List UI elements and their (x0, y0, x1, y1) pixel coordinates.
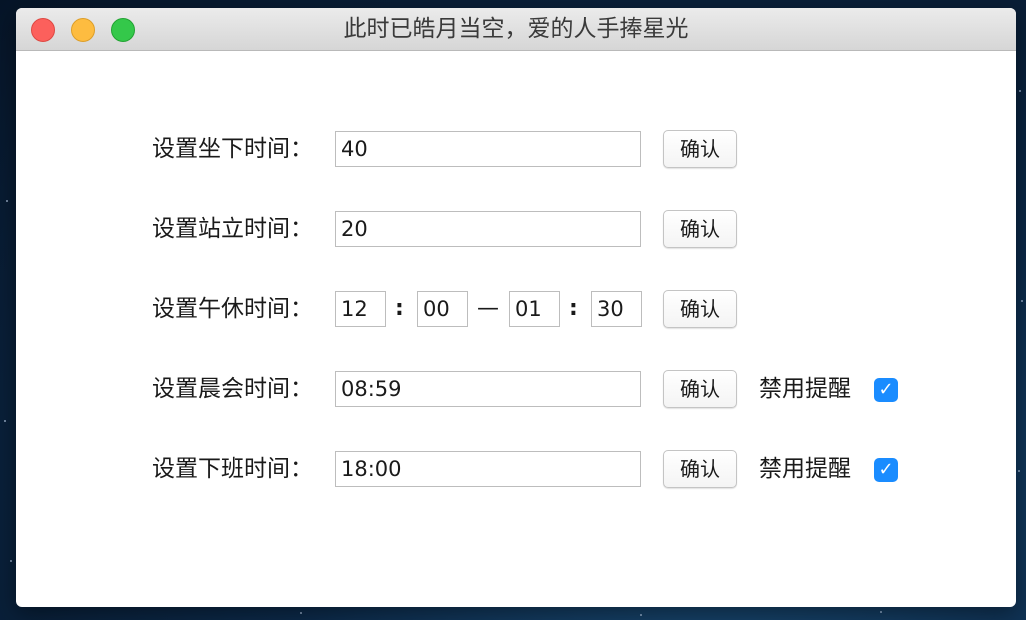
off-work-disable-checkbox[interactable]: ✓ (874, 458, 898, 482)
morning-meeting-disable-checkbox[interactable]: ✓ (874, 378, 898, 402)
lunch-start-colon: : (395, 296, 404, 321)
lunch-start-minute-input[interactable] (417, 291, 468, 327)
lunch-range-dash: — (477, 296, 499, 321)
off-work-input[interactable] (335, 451, 641, 487)
off-work-disable-label: 禁用提醒 (759, 456, 851, 482)
stand-confirm-button[interactable]: 确认 (663, 210, 737, 248)
morning-meeting-disable-label: 禁用提醒 (759, 376, 851, 402)
lunch-end-hour-input[interactable] (509, 291, 560, 327)
stand-time-label: 设置站立时间： (152, 216, 313, 242)
lunch-time-label: 设置午休时间： (152, 296, 313, 322)
lunch-end-colon: : (569, 296, 578, 321)
sit-time-label: 设置坐下时间： (152, 136, 313, 162)
checkmark-icon: ✓ (878, 379, 894, 400)
off-work-confirm-button[interactable]: 确认 (663, 450, 737, 488)
lunch-end-minute-input[interactable] (591, 291, 642, 327)
window-title: 此时已皓月当空，爱的人手捧星光 (343, 16, 689, 42)
lunch-start-hour-input[interactable] (335, 291, 386, 327)
sit-time-input[interactable] (335, 131, 641, 167)
checkmark-icon: ✓ (878, 459, 894, 480)
title-bar: 此时已皓月当空，爱的人手捧星光 (16, 8, 1016, 51)
sit-confirm-button[interactable]: 确认 (663, 130, 737, 168)
off-work-label: 设置下班时间： (152, 456, 313, 482)
app-window: 此时已皓月当空，爱的人手捧星光 设置坐下时间： 确认 设置站立时间： 确认 设置… (16, 8, 1016, 607)
morning-meeting-confirm-button[interactable]: 确认 (663, 370, 737, 408)
morning-meeting-input[interactable] (335, 371, 641, 407)
morning-meeting-label: 设置晨会时间： (152, 376, 313, 402)
stand-time-input[interactable] (335, 211, 641, 247)
lunch-confirm-button[interactable]: 确认 (663, 290, 737, 328)
